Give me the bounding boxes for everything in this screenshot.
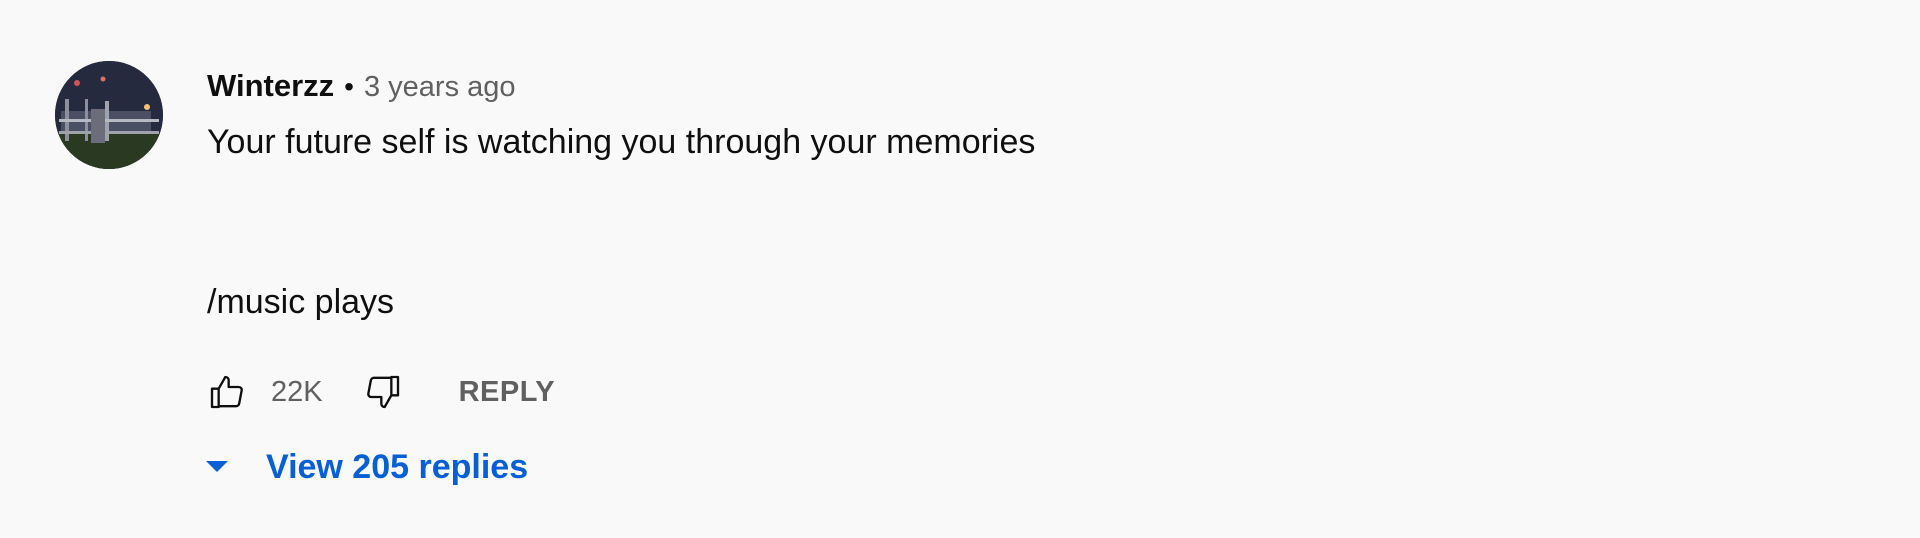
comment-thread: Winterzz • 3 years ago Your future self … xyxy=(0,0,1920,538)
meta-separator: • xyxy=(344,71,354,102)
comment-text: Your future self is watching you through… xyxy=(207,122,1807,322)
view-replies-button[interactable]: View 205 replies xyxy=(200,442,528,492)
author-name[interactable]: Winterzz xyxy=(207,60,334,112)
like-button[interactable] xyxy=(207,372,247,412)
like-count: 22K xyxy=(271,375,323,408)
comment-body: Winterzz • 3 years ago Your future self … xyxy=(207,60,1807,322)
comment-actions: 22K REPLY xyxy=(207,370,555,414)
comment-text-gap xyxy=(207,162,1807,282)
view-replies-label: View 205 replies xyxy=(266,447,529,486)
avatar[interactable] xyxy=(55,61,163,169)
comment-text-line-2: /music plays xyxy=(207,283,395,321)
comment-text-line-1: Your future self is watching you through… xyxy=(207,123,1036,161)
thumbs-down-icon xyxy=(366,375,399,409)
dislike-button[interactable] xyxy=(363,372,403,412)
caret-down-icon xyxy=(200,450,234,484)
reply-button[interactable]: REPLY xyxy=(459,376,556,409)
timestamp-link[interactable]: 3 years ago xyxy=(364,61,516,113)
comment-header: Winterzz • 3 years ago xyxy=(207,60,1807,112)
avatar-image xyxy=(55,61,163,169)
thumbs-up-icon xyxy=(210,375,243,409)
